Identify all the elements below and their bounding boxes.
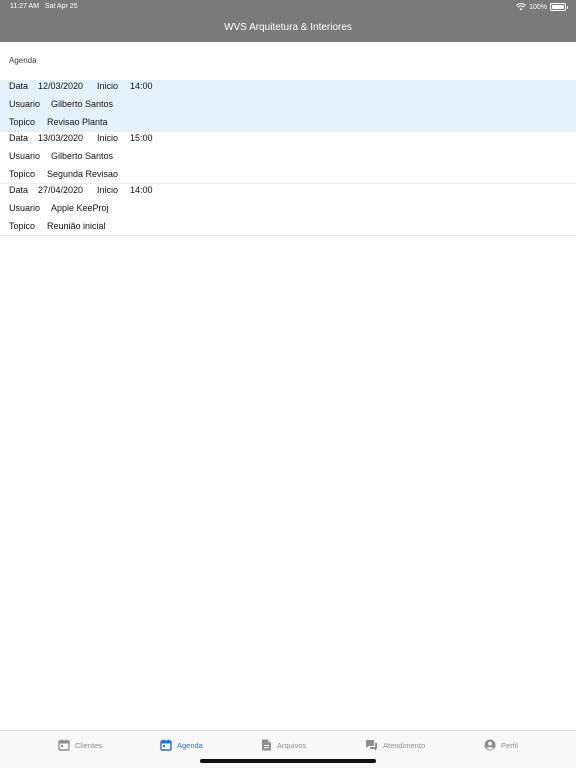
data-label: Data	[9, 133, 29, 143]
tab-label: Atendimento	[383, 740, 426, 750]
inicio-value: 14:00	[130, 81, 153, 91]
battery-percent: 100%	[529, 3, 547, 11]
usuario-value: Gilberto Santos	[51, 151, 114, 161]
status-time: 11:27 AM	[10, 3, 40, 10]
document-icon	[261, 739, 272, 751]
tab-clientes[interactable]: Clientes	[58, 739, 102, 751]
topico-label: Topico	[9, 117, 36, 127]
tab-label: Clientes	[75, 740, 103, 750]
tab-agenda[interactable]: Agenda	[160, 739, 203, 751]
tab-arquivos[interactable]: Arquivos	[261, 739, 306, 751]
app-screen: 11:27 AM Sat Apr 25 100% WVS Arquitetura…	[0, 0, 576, 768]
tab-bar: Clientes Agenda Arquivos Atendimento Per…	[0, 730, 576, 768]
tab-label: Perfil	[501, 740, 519, 750]
inicio-label: Inicio	[97, 185, 119, 195]
status-date: Sat Apr 25	[44, 3, 78, 10]
calendar-icon	[160, 739, 172, 751]
status-time-date: 11:27 AM Sat Apr 25	[10, 3, 78, 10]
topico-label: Topico	[9, 221, 36, 231]
usuario-label: Usuario	[9, 203, 41, 213]
inicio-value: 15:00	[130, 133, 153, 143]
topico-label: Topico	[9, 169, 36, 179]
tab-label: Agenda	[177, 740, 203, 750]
calendar-blank-icon	[58, 739, 70, 751]
inicio-label: Inicio	[97, 81, 119, 91]
inicio-label: Inicio	[97, 133, 119, 143]
usuario-value: Gilberto Santos	[51, 99, 114, 109]
data-value: 12/03/2020	[38, 81, 84, 91]
battery-icon	[550, 3, 568, 11]
topico-value: Reunião inicial	[47, 221, 106, 231]
agenda-item[interactable]: Data 13/03/2020 Inicio 15:00 Usuario Gil…	[0, 132, 576, 184]
agenda-item[interactable]: Data 27/04/2020 Inicio 14:00 Usuario App…	[0, 184, 576, 236]
chat-icon	[365, 739, 378, 751]
data-label: Data	[9, 81, 29, 91]
usuario-value: Apple KeeProj	[51, 203, 109, 213]
agenda-item[interactable]: Data 12/03/2020 Inicio 14:00 Usuario Gil…	[0, 80, 576, 132]
home-indicator[interactable]	[200, 759, 376, 763]
usuario-label: Usuario	[9, 151, 41, 161]
status-indicators: 100%	[516, 3, 568, 11]
data-value: 13/03/2020	[38, 133, 84, 143]
data-label: Data	[9, 185, 29, 195]
app-title: WVS Arquitetura & Interiores	[224, 22, 352, 33]
usuario-label: Usuario	[9, 99, 41, 109]
data-value: 27/04/2020	[38, 185, 84, 195]
top-bar: 11:27 AM Sat Apr 25 100% WVS Arquitetura…	[0, 0, 576, 42]
tab-label: Arquivos	[277, 740, 307, 750]
agenda-list: Data 12/03/2020 Inicio 14:00 Usuario Gil…	[0, 80, 576, 236]
tab-atendimento[interactable]: Atendimento	[365, 739, 425, 751]
topico-value: Revisao Planta	[47, 117, 108, 127]
inicio-value: 14:00	[130, 185, 153, 195]
account-circle-icon	[484, 739, 496, 751]
section-title: Agenda	[9, 56, 37, 65]
topico-value: Segunda Revisao	[47, 169, 119, 179]
battery-level-fill	[552, 5, 564, 9]
wifi-icon	[516, 3, 527, 11]
tab-perfil[interactable]: Perfil	[484, 739, 518, 751]
